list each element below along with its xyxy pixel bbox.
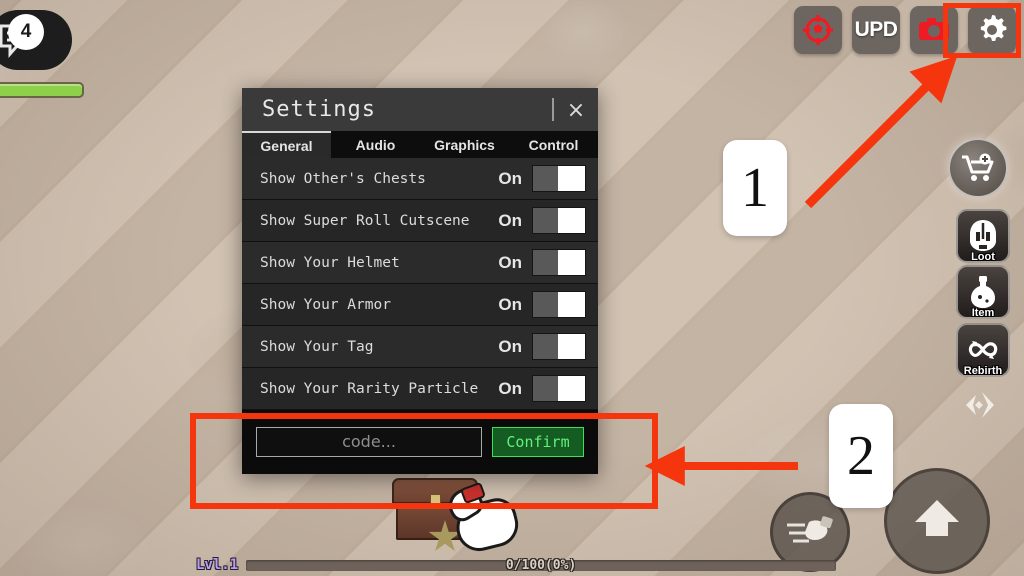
setting-toggle[interactable]	[532, 165, 586, 192]
diamond-emblem-icon	[966, 392, 994, 418]
toggle-knob	[558, 208, 585, 233]
setting-state: On	[498, 378, 522, 398]
setting-label: Show Your Tag	[260, 338, 374, 355]
loot-button-label: Loot	[971, 251, 995, 263]
setting-row: Show Super Roll Cutscene On	[242, 200, 598, 242]
shopping-cart-plus-icon	[962, 153, 994, 181]
item-button-label: Item	[971, 307, 995, 319]
tab-control[interactable]: Control	[509, 131, 598, 158]
tab-audio-label: Audio	[355, 136, 396, 153]
setting-label: Show Your Helmet	[260, 254, 400, 271]
setting-toggle[interactable]	[532, 291, 586, 318]
setting-toggle[interactable]	[532, 333, 586, 360]
close-icon[interactable]: ×	[562, 96, 590, 124]
chat-button[interactable]: 4	[0, 10, 72, 70]
xp-bar: Lvl.1 0/100(0%)	[196, 557, 836, 573]
annotation-box-code-input	[190, 413, 658, 509]
setting-toggle[interactable]	[532, 207, 586, 234]
tab-general-label: General	[260, 137, 313, 154]
setting-label: Show Your Rarity Particle	[260, 380, 479, 397]
toggle-knob	[558, 334, 585, 359]
jump-button[interactable]	[884, 468, 990, 574]
toggle-knob	[558, 376, 585, 401]
setting-row: Show Your Tag On	[242, 326, 598, 368]
annotation-step-2: 2	[829, 404, 893, 508]
toggle-knob	[558, 250, 585, 275]
update-button-label: UPD	[854, 18, 898, 41]
crosshair-target-icon	[803, 15, 833, 45]
health-bar	[0, 82, 84, 98]
settings-header: Settings ×	[242, 88, 598, 131]
setting-state: On	[498, 168, 522, 188]
settings-list: Show Other's Chests On Show Super Roll C…	[242, 158, 598, 410]
annotation-arrow-1	[804, 55, 958, 209]
loot-button[interactable]: Loot	[956, 209, 1010, 263]
tab-graphics[interactable]: Graphics	[420, 131, 509, 158]
tab-general[interactable]: General	[242, 131, 331, 158]
setting-state: On	[498, 252, 522, 272]
item-button[interactable]: Item	[956, 265, 1010, 319]
annotation-step-1: 1	[723, 140, 787, 236]
update-button[interactable]: UPD	[852, 6, 900, 54]
running-fist-icon	[787, 516, 833, 543]
chat-unread-badge: 4	[8, 14, 44, 50]
setting-state: On	[498, 336, 522, 356]
helmet-icon	[970, 220, 996, 251]
target-button[interactable]	[794, 6, 842, 54]
setting-row: Show Other's Chests On	[242, 158, 598, 200]
setting-label: Show Your Armor	[260, 296, 391, 313]
potion-icon	[971, 276, 995, 308]
up-arrow-icon	[915, 500, 959, 536]
setting-label: Show Other's Chests	[260, 170, 426, 187]
xp-progress-track: 0/100(0%)	[246, 557, 836, 573]
setting-row: Show Your Armor On	[242, 284, 598, 326]
rebirth-button[interactable]: Rebirth	[956, 323, 1010, 377]
setting-row: Show Your Helmet On	[242, 242, 598, 284]
toggle-knob	[558, 166, 585, 191]
infinity-arrows-icon	[968, 341, 998, 359]
annotation-arrow-2	[644, 446, 798, 486]
settings-title: Settings	[262, 97, 376, 122]
tab-audio[interactable]: Audio	[331, 131, 420, 158]
setting-toggle[interactable]	[532, 375, 586, 402]
tab-control-label: Control	[528, 136, 579, 153]
xp-level-label: Lvl.1	[196, 557, 239, 573]
settings-tab-bar: General Audio Graphics Control	[242, 131, 598, 158]
setting-state: On	[498, 210, 522, 230]
tab-graphics-label: Graphics	[434, 136, 495, 153]
header-divider	[552, 98, 554, 121]
setting-row: Show Your Rarity Particle On	[242, 368, 598, 410]
annotation-box-settings-button	[943, 3, 1021, 58]
toggle-knob	[558, 292, 585, 317]
xp-progress-label: 0/100(0%)	[505, 557, 577, 573]
setting-label: Show Super Roll Cutscene	[260, 212, 470, 229]
setting-toggle[interactable]	[532, 249, 586, 276]
rebirth-button-label: Rebirth	[963, 365, 1003, 377]
setting-state: On	[498, 294, 522, 314]
